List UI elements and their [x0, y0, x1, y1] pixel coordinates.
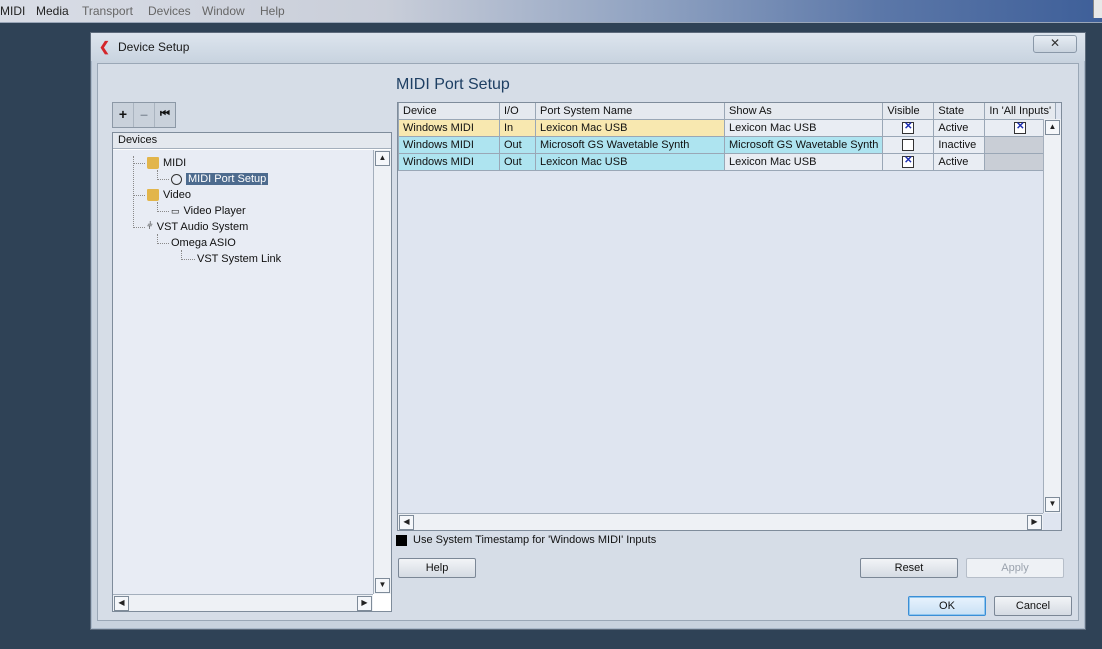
menu-midi[interactable]: MIDI: [0, 4, 25, 18]
cell-show-as[interactable]: Microsoft GS Wavetable Synth: [723, 136, 884, 154]
col-all-inputs[interactable]: In 'All Inputs': [984, 103, 1057, 120]
cell-port[interactable]: Lexicon Mac USB: [535, 119, 725, 137]
visible-checkbox[interactable]: [902, 139, 915, 152]
cell-state[interactable]: Active: [933, 153, 986, 171]
devices-header: Devices: [113, 133, 391, 149]
tree-item-vst-audio-system[interactable]: ⫩ VST Audio System: [147, 220, 248, 234]
table-row[interactable]: Windows MIDI In Lexicon Mac USB Lexicon …: [398, 119, 1057, 137]
ok-button[interactable]: OK: [908, 596, 986, 616]
dialog-content: + – ⏮ Devices MIDI MIDI Port Setup Video…: [97, 63, 1079, 621]
cell-io[interactable]: In: [499, 119, 536, 137]
help-button[interactable]: Help: [398, 558, 476, 578]
grid-hscrollbar[interactable]: ◀ ▶: [398, 513, 1043, 530]
col-device[interactable]: Device: [398, 103, 500, 120]
devices-hscrollbar[interactable]: ◀ ▶: [113, 594, 373, 611]
device-setup-dialog: ❮ Device Setup ✕ + – ⏮ Devices MIDI MIDI…: [90, 32, 1086, 630]
dialog-titlebar: ❮ Device Setup ✕: [91, 33, 1085, 61]
devices-vscrollbar[interactable]: ▲ ▼: [373, 150, 391, 594]
cell-io[interactable]: Out: [499, 153, 536, 171]
folder-icon: [147, 157, 159, 170]
devices-panel: Devices MIDI MIDI Port Setup Video ▭ Vid…: [112, 132, 392, 612]
cell-visible: [882, 136, 935, 154]
apply-button[interactable]: Apply: [966, 558, 1064, 578]
reset-button[interactable]: Reset: [860, 558, 958, 578]
host-menubar: MIDI Media Transport Devices Window Help: [0, 0, 1102, 23]
tree-item-video[interactable]: Video: [147, 188, 191, 202]
devices-tree: MIDI MIDI Port Setup Video ▭ Video Player…: [113, 150, 373, 594]
tree-item-midi[interactable]: MIDI: [147, 156, 186, 170]
table-header-row: Device I/O Port System Name Show As Visi…: [398, 103, 1057, 120]
tree-item-vst-system-link[interactable]: VST System Link: [197, 252, 281, 266]
col-show-as[interactable]: Show As: [723, 103, 884, 120]
video-player-icon: ▭: [171, 206, 180, 217]
cell-visible: [882, 153, 935, 171]
scroll-left-icon[interactable]: ◀: [399, 515, 414, 530]
table-row[interactable]: Windows MIDI Out Microsoft GS Wavetable …: [398, 136, 1057, 154]
cell-port[interactable]: Microsoft GS Wavetable Synth: [535, 136, 725, 154]
cancel-button[interactable]: Cancel: [994, 596, 1072, 616]
cell-visible: [882, 119, 935, 137]
scroll-up-icon[interactable]: ▲: [1045, 120, 1060, 135]
col-io[interactable]: I/O: [499, 103, 536, 120]
visible-checkbox[interactable]: [902, 121, 915, 135]
cell-show-as[interactable]: Lexicon Mac USB: [723, 119, 884, 137]
tree-item-video-player[interactable]: ▭ Video Player: [171, 204, 246, 218]
section-title: MIDI Port Setup: [396, 76, 510, 93]
tree-item-omega-asio[interactable]: Omega ASIO: [171, 236, 236, 250]
menu-media[interactable]: Media: [36, 4, 69, 18]
cell-device[interactable]: Windows MIDI: [398, 136, 500, 154]
add-device-button[interactable]: +: [113, 103, 134, 127]
folder-icon: [147, 189, 159, 202]
remove-device-button[interactable]: –: [134, 103, 155, 127]
menu-transport[interactable]: Transport: [82, 4, 133, 18]
menu-window[interactable]: Window: [202, 4, 245, 18]
col-visible[interactable]: Visible: [882, 103, 935, 120]
midi-port-icon: [171, 173, 182, 185]
col-state[interactable]: State: [933, 103, 986, 120]
menu-devices[interactable]: Devices: [148, 4, 191, 18]
cell-show-as[interactable]: Lexicon Mac USB: [723, 153, 884, 171]
all-inputs-checkbox[interactable]: [1014, 121, 1027, 135]
midi-port-grid: Device I/O Port System Name Show As Visi…: [397, 102, 1062, 531]
timestamp-checkbox[interactable]: [396, 534, 407, 546]
scroll-down-icon[interactable]: ▼: [1045, 497, 1060, 512]
cell-device[interactable]: Windows MIDI: [398, 119, 500, 137]
scroll-left-icon[interactable]: ◀: [114, 596, 129, 611]
col-port-system-name[interactable]: Port System Name: [535, 103, 725, 120]
audio-system-icon: ⫩: [147, 221, 153, 233]
timestamp-label: Use System Timestamp for 'Windows MIDI' …: [413, 534, 657, 546]
reset-device-button[interactable]: ⏮: [155, 103, 175, 127]
cell-state[interactable]: Active: [933, 119, 986, 137]
cell-io[interactable]: Out: [499, 136, 536, 154]
scroll-right-icon[interactable]: ▶: [1027, 515, 1042, 530]
visible-checkbox[interactable]: [902, 155, 915, 169]
menu-help[interactable]: Help: [260, 4, 285, 18]
system-timestamp-option[interactable]: Use System Timestamp for 'Windows MIDI' …: [396, 534, 656, 546]
grid-vscrollbar[interactable]: ▲ ▼: [1043, 119, 1061, 513]
scroll-down-icon[interactable]: ▼: [375, 578, 390, 593]
host-window-control[interactable]: [1093, 0, 1102, 18]
device-toolbar: + – ⏮: [112, 102, 176, 128]
cubase-logo-icon: ❮: [99, 39, 110, 54]
scroll-right-icon[interactable]: ▶: [357, 596, 372, 611]
scroll-up-icon[interactable]: ▲: [375, 151, 390, 166]
cell-state[interactable]: Inactive: [933, 136, 986, 154]
cell-port[interactable]: Lexicon Mac USB: [535, 153, 725, 171]
tree-item-midi-port-setup[interactable]: MIDI Port Setup: [171, 172, 269, 186]
close-button[interactable]: ✕: [1033, 35, 1077, 53]
cell-device[interactable]: Windows MIDI: [398, 153, 500, 171]
table-row[interactable]: Windows MIDI Out Lexicon Mac USB Lexicon…: [398, 153, 1057, 171]
dialog-title: Device Setup: [118, 40, 190, 54]
midi-port-table: Device I/O Port System Name Show As Visi…: [398, 103, 1057, 171]
